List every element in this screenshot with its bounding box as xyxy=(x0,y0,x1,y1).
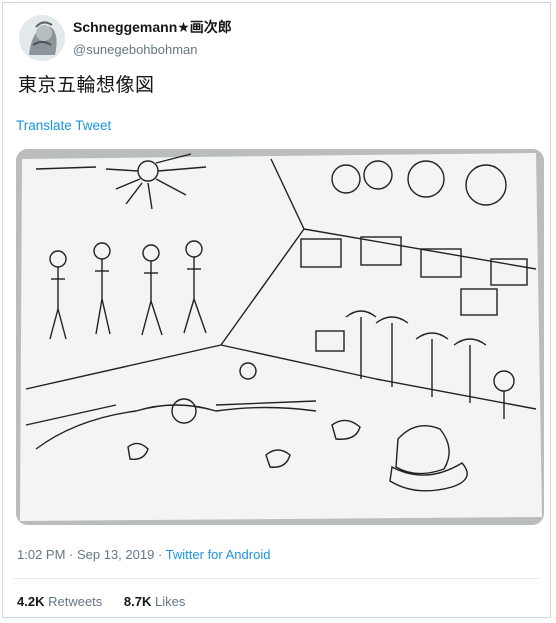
tweet-text: 東京五輪想像図 xyxy=(18,74,155,96)
separator: · xyxy=(65,547,77,562)
likes-label: Likes xyxy=(155,594,186,609)
tweet-media-photo[interactable] xyxy=(16,149,544,525)
likes-count: 8.7K xyxy=(123,594,152,609)
tweet-timestamp-row: 1:02 PM · Sep 13, 2019 · Twitter for And… xyxy=(17,547,270,562)
tweet-time[interactable]: 1:02 PM xyxy=(17,547,65,562)
author-names: Schneggemann★画次郎 @sunegebohbohman xyxy=(73,17,232,57)
divider xyxy=(13,578,540,579)
tweet-card: Schneggemann★画次郎 @sunegebohbohman 東京五輪想像… xyxy=(2,2,551,618)
author-handle[interactable]: @sunegebohbohman xyxy=(73,42,232,57)
tweet-source-link[interactable]: Twitter for Android xyxy=(166,547,271,562)
avatar-sketch-image xyxy=(19,15,65,61)
tweet-date[interactable]: Sep 13, 2019 xyxy=(77,547,154,562)
author-display-name[interactable]: Schneggemann★画次郎 xyxy=(73,17,232,37)
tweet-header: Schneggemann★画次郎 @sunegebohbohman xyxy=(13,13,533,61)
separator: · xyxy=(154,547,166,562)
tweet-stats: 4.2K Retweets 8.7K Likes xyxy=(17,594,203,609)
retweets-count: 4.2K xyxy=(17,594,45,609)
avatar[interactable] xyxy=(19,15,65,61)
retweets-label: Retweets xyxy=(48,594,103,609)
retweets-stat[interactable]: 4.2K Retweets xyxy=(17,594,106,609)
translate-tweet-link[interactable]: Translate Tweet xyxy=(16,118,111,133)
sketch-photo xyxy=(16,149,544,525)
likes-stat[interactable]: 8.7K Likes xyxy=(124,594,185,609)
